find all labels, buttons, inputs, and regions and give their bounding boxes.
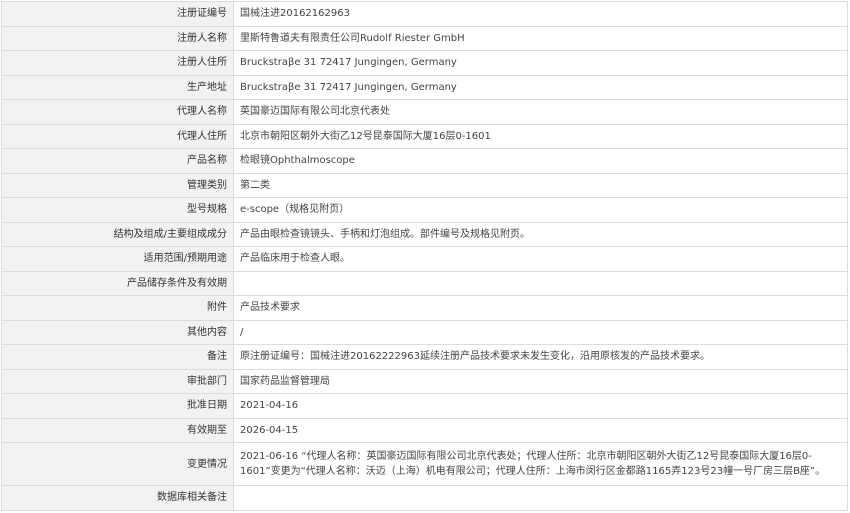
field-value <box>233 270 848 296</box>
row-registrant-address: 注册人住所 Bruckstraβe 31 72417 Jungingen, Ge… <box>1 50 848 76</box>
row-approval-department: 审批部门 国家药品监督管理局 <box>1 368 848 394</box>
field-label: 注册人名称 <box>1 25 234 51</box>
row-structure-composition: 结构及组成/主要组成成分 产品由眼检查镜镜头、手柄和灯泡组成。部件编号及规格见附… <box>1 221 848 247</box>
row-other-content: 其他内容 / <box>1 319 848 345</box>
field-label: 变更情况 <box>1 442 234 486</box>
field-value <box>233 485 848 511</box>
row-product-name: 产品名称 检眼镜Ophthalmoscope <box>1 148 848 174</box>
field-value: Bruckstraβe 31 72417 Jungingen, Germany <box>233 50 848 76</box>
field-value: 里斯特鲁道夫有限责任公司Rudolf Riester GmbH <box>233 25 848 51</box>
field-label: 型号规格 <box>1 197 234 223</box>
field-label: 代理人住所 <box>1 123 234 149</box>
row-agent-address: 代理人住所 北京市朝阳区朝外大街乙12号昆泰国际大厦16层0-1601 <box>1 123 848 149</box>
row-storage-validity: 产品储存条件及有效期 <box>1 270 848 296</box>
field-value: Bruckstraβe 31 72417 Jungingen, Germany <box>233 74 848 100</box>
field-label: 代理人名称 <box>1 99 234 125</box>
field-label: 注册人住所 <box>1 50 234 76</box>
row-agent-name: 代理人名称 英国豪迈国际有限公司北京代表处 <box>1 99 848 125</box>
field-value: 英国豪迈国际有限公司北京代表处 <box>233 99 848 125</box>
row-management-class: 管理类别 第二类 <box>1 172 848 198</box>
field-value: 2021-04-16 <box>233 393 848 419</box>
field-value: 产品技术要求 <box>233 295 848 321</box>
field-value: 北京市朝阳区朝外大街乙12号昆泰国际大厦16层0-1601 <box>233 123 848 149</box>
row-approval-date: 批准日期 2021-04-16 <box>1 393 848 419</box>
field-label: 产品储存条件及有效期 <box>1 270 234 296</box>
field-label: 产品名称 <box>1 148 234 174</box>
row-valid-until: 有效期至 2026-04-15 <box>1 417 848 443</box>
field-label: 附件 <box>1 295 234 321</box>
field-label: 数据库相关备注 <box>1 485 234 511</box>
field-value: 产品临床用于检查人眼。 <box>233 246 848 272</box>
field-label: 有效期至 <box>1 417 234 443</box>
row-remarks: 备注 原注册证编号：国械注进20162222963延续注册产品技术要求未发生变化… <box>1 344 848 370</box>
row-registrant-name: 注册人名称 里斯特鲁道夫有限责任公司Rudolf Riester GmbH <box>1 25 848 51</box>
field-value: 检眼镜Ophthalmoscope <box>233 148 848 174</box>
field-label: 备注 <box>1 344 234 370</box>
field-label: 批准日期 <box>1 393 234 419</box>
row-registration-number: 注册证编号 国械注进20162162963 <box>1 1 848 27</box>
field-value: 2021-06-16 “代理人名称：英国豪迈国际有限公司北京代表处；代理人住所：… <box>233 442 848 486</box>
field-label: 审批部门 <box>1 368 234 394</box>
row-model-spec: 型号规格 e-scope（规格见附页） <box>1 197 848 223</box>
field-value: 第二类 <box>233 172 848 198</box>
field-label: 其他内容 <box>1 319 234 345</box>
field-value: 产品由眼检查镜镜头、手柄和灯泡组成。部件编号及规格见附页。 <box>233 221 848 247</box>
field-label: 管理类别 <box>1 172 234 198</box>
field-value: / <box>233 319 848 345</box>
row-database-remarks: 数据库相关备注 <box>1 485 848 511</box>
row-intended-use: 适用范围/预期用途 产品临床用于检查人眼。 <box>1 246 848 272</box>
field-value: 国械注进20162162963 <box>233 1 848 27</box>
field-value: e-scope（规格见附页） <box>233 197 848 223</box>
row-change-history: 变更情况 2021-06-16 “代理人名称：英国豪迈国际有限公司北京代表处；代… <box>1 442 848 486</box>
field-label: 注册证编号 <box>1 1 234 27</box>
field-value: 国家药品监督管理局 <box>233 368 848 394</box>
row-attachment: 附件 产品技术要求 <box>1 295 848 321</box>
field-label: 结构及组成/主要组成成分 <box>1 221 234 247</box>
field-label: 适用范围/预期用途 <box>1 246 234 272</box>
field-label: 生产地址 <box>1 74 234 100</box>
field-value: 2026-04-15 <box>233 417 848 443</box>
registration-record-table: 注册证编号 国械注进20162162963 注册人名称 里斯特鲁道夫有限责任公司… <box>1 1 848 511</box>
field-value: 原注册证编号：国械注进20162222963延续注册产品技术要求未发生变化，沿用… <box>233 344 848 370</box>
row-production-address: 生产地址 Bruckstraβe 31 72417 Jungingen, Ger… <box>1 74 848 100</box>
